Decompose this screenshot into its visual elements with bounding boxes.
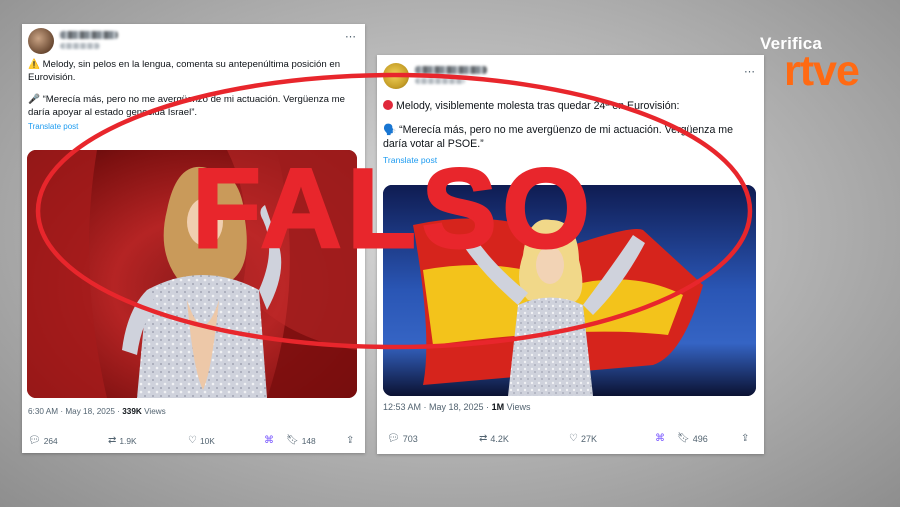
blurred-username	[60, 31, 118, 39]
tweet-meta: 12:53 AM · May 18, 2025 · 1M Views	[383, 402, 530, 412]
tweet-text: Melody, visiblemente molesta tras quedar…	[383, 99, 755, 167]
grok-icon: ⌘	[655, 433, 665, 444]
blurred-handle	[415, 78, 465, 84]
blurred-handle	[60, 43, 100, 49]
avatar[interactable]	[383, 63, 409, 89]
translate-link[interactable]: Translate post	[383, 153, 755, 167]
tweet-line-2: 🗣️ “Merecía más, pero no me avergüenzo d…	[383, 124, 734, 150]
tweet-line-1: Melody, visiblemente molesta tras quedar…	[396, 100, 680, 112]
tweet-header: ⋯	[28, 28, 359, 56]
red-circle-icon	[383, 100, 393, 110]
bookmark-button[interactable]: 🔖︎ 148	[286, 435, 316, 446]
heart-icon: ♡	[188, 435, 197, 446]
tweet-photo[interactable]	[27, 150, 357, 398]
timestamp[interactable]: 6:30 AM · May 18, 2025 ·	[28, 407, 120, 416]
reply-count: 264	[43, 435, 58, 446]
repost-icon: ⇄	[108, 435, 117, 446]
share-button[interactable]: ⇪	[741, 433, 749, 444]
repost-icon: ⇄	[479, 433, 488, 444]
like-count: 10K	[199, 435, 215, 446]
repost-count: 4.2K	[490, 433, 509, 444]
tweet-actions: 💬︎ 703 ⇄ 4.2K ♡ 27K ⌘ 🔖︎ 496 ⇪	[383, 433, 756, 447]
blurred-username	[415, 66, 487, 74]
reply-button[interactable]: 💬︎ 264	[28, 435, 58, 446]
like-count: 27K	[580, 433, 597, 444]
photo-performer-spanish-flag	[383, 185, 756, 396]
like-button[interactable]: ♡ 10K	[188, 435, 215, 446]
repost-button[interactable]: ⇄ 4.2K	[479, 433, 509, 444]
heart-icon: ♡	[569, 433, 578, 444]
reply-icon: 💬︎	[28, 435, 41, 446]
bookmark-count: 148	[301, 435, 316, 446]
share-icon: ⇪	[346, 435, 355, 446]
tweet-card-left: ⋯ ⚠️ Melody, sin pelos en la lengua, com…	[22, 24, 365, 453]
grok-button[interactable]: ⌘	[264, 435, 274, 446]
repost-count: 1.9K	[119, 435, 137, 446]
grok-icon: ⌘	[264, 435, 274, 446]
translate-link[interactable]: Translate post	[28, 121, 358, 134]
share-button[interactable]: ⇪	[346, 435, 354, 446]
tweet-photo[interactable]	[383, 185, 756, 396]
photo-performer-red-curtain	[27, 150, 357, 398]
avatar[interactable]	[28, 28, 54, 54]
more-options-icon[interactable]: ⋯	[345, 30, 359, 43]
timestamp[interactable]: 12:53 AM · May 18, 2025 ·	[383, 402, 489, 412]
view-count: 339K	[122, 407, 142, 416]
reply-button[interactable]: 💬︎ 703	[387, 433, 418, 444]
repost-button[interactable]: ⇄ 1.9K	[108, 435, 137, 446]
bookmark-count: 496	[692, 433, 708, 444]
views-label: Views	[506, 402, 531, 412]
bookmark-icon: 🔖︎	[677, 433, 690, 444]
tweet-line-2: 🎤 “Merecía más, pero no me avergüenzo de…	[28, 94, 345, 118]
reply-icon: 💬︎	[387, 433, 400, 444]
reply-count: 703	[402, 433, 418, 444]
view-count: 1M	[491, 402, 505, 412]
like-button[interactable]: ♡ 27K	[569, 433, 597, 444]
more-options-icon[interactable]: ⋯	[744, 65, 758, 78]
tweet-line-1-wrap: Melody, visiblemente molesta tras quedar…	[383, 99, 755, 113]
tweet-actions: 💬︎ 264 ⇄ 1.9K ♡ 10K ⌘ 🔖︎ 148 ⇪	[28, 435, 357, 449]
tweet-text: ⚠️ Melody, sin pelos en la lengua, comen…	[28, 59, 358, 134]
tweet-line-1: ⚠️ Melody, sin pelos en la lengua, comen…	[28, 59, 341, 83]
share-icon: ⇪	[741, 433, 750, 444]
bookmark-button[interactable]: 🔖︎ 496	[677, 433, 708, 444]
tweet-meta: 6:30 AM · May 18, 2025 · 339K Views	[28, 407, 166, 416]
tweet-header: ⋯	[383, 63, 758, 91]
tweet-card-right: ⋯ Melody, visiblemente molesta tras qued…	[377, 55, 764, 454]
bookmark-icon: 🔖︎	[286, 435, 299, 446]
grok-button[interactable]: ⌘	[655, 433, 665, 444]
views-label: Views	[144, 407, 166, 416]
rtve-logo: rtve	[784, 47, 860, 95]
